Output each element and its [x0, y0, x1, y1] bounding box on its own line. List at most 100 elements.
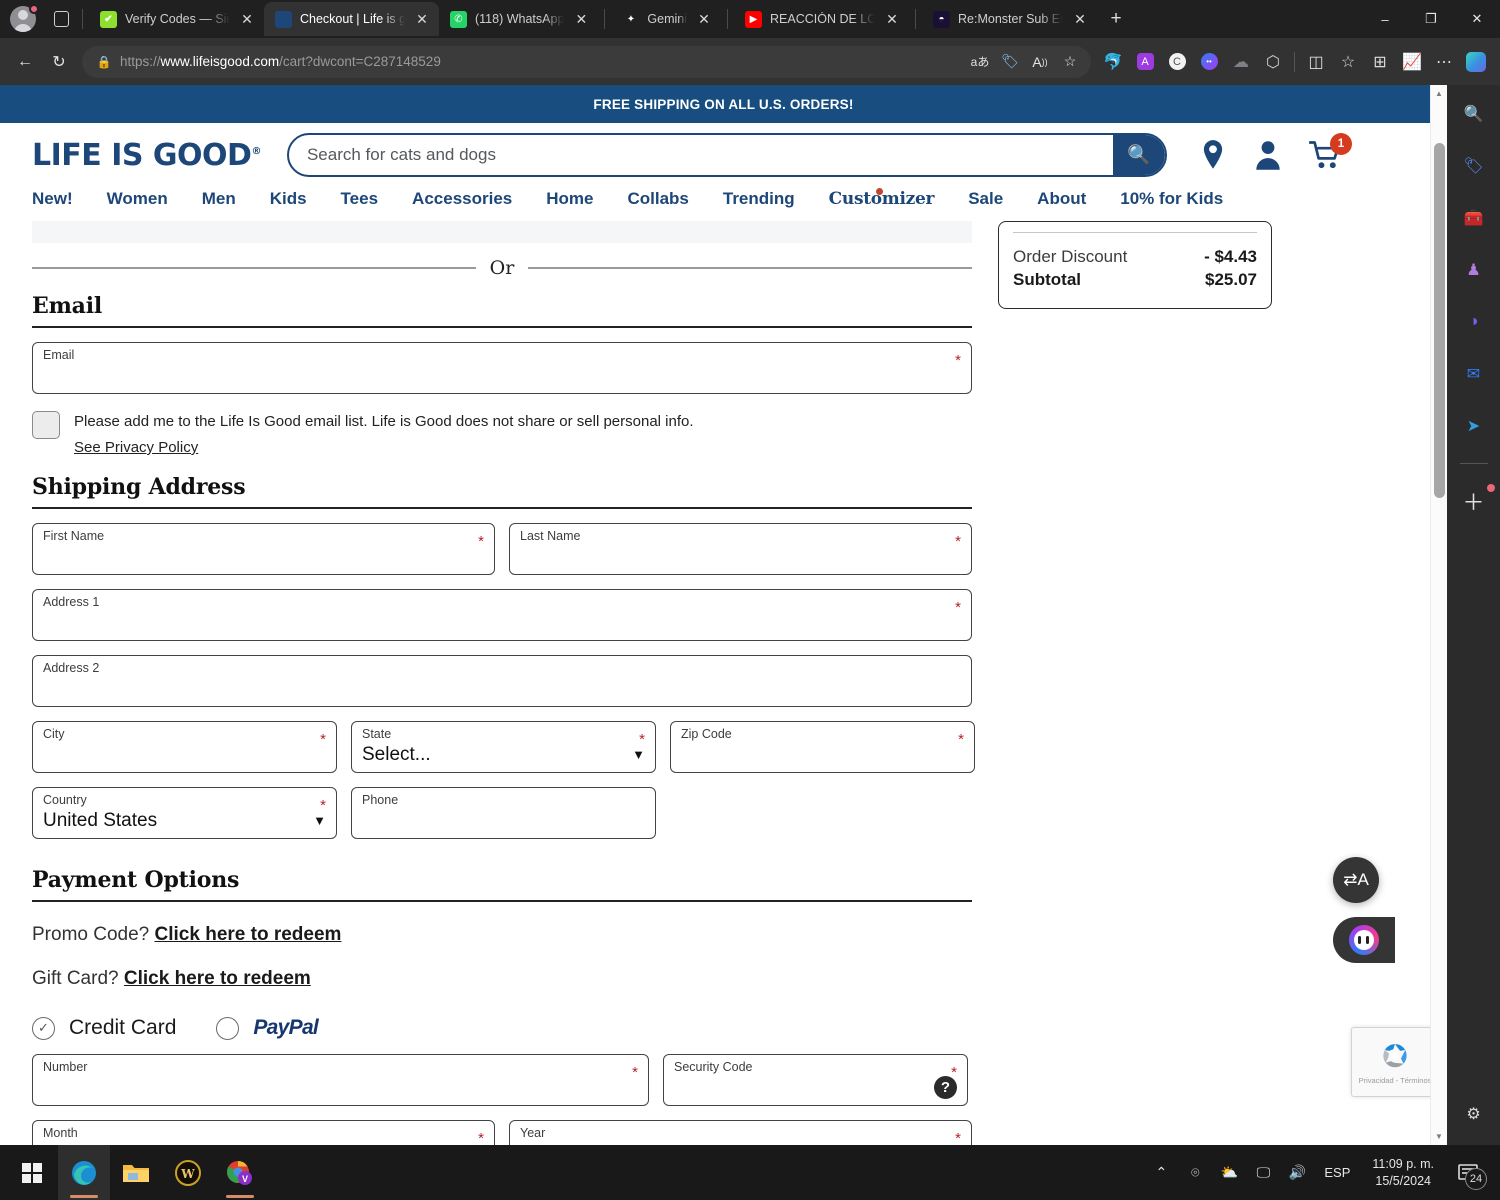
start-icon[interactable] — [6, 1145, 58, 1200]
address-1-field[interactable]: Address 1 * — [32, 589, 972, 641]
tab-youtube-reaccion[interactable]: ▶ REACCIÓN DE LOS ✕ — [734, 2, 909, 36]
tray-language[interactable]: ESP — [1316, 1165, 1358, 1180]
maximize-button[interactable]: ❐ — [1408, 0, 1454, 38]
card-number-field[interactable]: Number * — [32, 1054, 649, 1106]
credit-card-radio[interactable]: ✓ — [32, 1016, 55, 1040]
nav-item-accessories[interactable]: Accessories — [412, 189, 512, 209]
extension-face-icon[interactable]: •• — [1193, 46, 1225, 78]
translate-widget-icon[interactable]: ⇄A — [1333, 857, 1379, 903]
sidebar-add-icon[interactable]: ＋ — [1459, 484, 1495, 516]
site-logo[interactable]: LIFE IS GOOD® — [32, 138, 261, 173]
close-icon[interactable]: ✕ — [695, 10, 713, 28]
translate-icon[interactable]: aあ — [965, 47, 995, 77]
tab-checkout-life-is-good[interactable]: Checkout | Life is g ✕ — [264, 2, 439, 36]
nav-item-kids[interactable]: Kids — [270, 189, 307, 209]
phone-field[interactable]: Phone — [351, 787, 656, 839]
copilot-icon[interactable] — [1460, 46, 1492, 78]
close-icon[interactable]: ✕ — [883, 10, 901, 28]
nav-item-customizer[interactable]: Customizer — [829, 188, 934, 209]
sidebar-telegram-icon[interactable]: ➤ — [1459, 411, 1489, 441]
tab-whatsapp[interactable]: ✆ (118) WhatsApp ✕ — [439, 2, 598, 36]
promo-code-redeem-link[interactable]: Click here to redeem — [155, 924, 342, 945]
address-bar[interactable]: 🔒 https://www.lifeisgood.com/cart?dwcont… — [82, 45, 1091, 78]
cart-icon[interactable]: 1 — [1308, 133, 1352, 170]
edge-icon[interactable] — [58, 1145, 110, 1200]
tray-camera-icon[interactable]: ⌾ — [1180, 1154, 1210, 1192]
settings-more-icon[interactable]: ⋯ — [1428, 46, 1460, 78]
sidebar-shopping-tag-icon[interactable]: 🏷 — [1459, 151, 1489, 181]
tray-onedrive-icon[interactable]: ⛅ — [1214, 1154, 1244, 1192]
address-2-field[interactable]: Address 2 — [32, 655, 972, 707]
tray-expand-icon[interactable]: ⌃ — [1146, 1154, 1176, 1192]
close-icon[interactable]: ✕ — [572, 10, 590, 28]
expiry-year-select[interactable]: Year Select * ▼ — [509, 1120, 972, 1145]
sidebar-outlook-icon[interactable]: ✉ — [1459, 359, 1489, 389]
sidebar-settings-gear-icon[interactable]: ⚙ — [1459, 1099, 1489, 1129]
tray-network-icon[interactable]: 🖵 — [1248, 1154, 1278, 1192]
close-icon[interactable]: ✕ — [1071, 10, 1089, 28]
nav-item-men[interactable]: Men — [202, 189, 236, 209]
sidebar-tools-icon[interactable]: 🧰 — [1459, 203, 1489, 233]
reload-icon[interactable]: ↻ — [42, 45, 76, 79]
scroll-up-arrow[interactable]: ▲ — [1431, 85, 1447, 102]
chevron-down-icon[interactable]: ▼ — [313, 813, 326, 828]
tab-gemini[interactable]: ✦ Gemini ✕ — [611, 2, 721, 36]
chrome-vpn-icon[interactable]: V — [214, 1145, 266, 1200]
security-code-field[interactable]: Security Code * ? — [663, 1054, 968, 1106]
scrollbar-thumb[interactable] — [1434, 143, 1445, 498]
new-tab-button[interactable]: + — [1101, 4, 1131, 34]
first-name-field[interactable]: First Name * — [32, 523, 495, 575]
notification-center-icon[interactable]: 24 — [1448, 1154, 1488, 1192]
country-select[interactable]: Country United States * ▼ — [32, 787, 337, 839]
sidebar-search-icon[interactable]: 🔍 — [1459, 99, 1489, 129]
email-field[interactable]: Email * — [32, 342, 972, 394]
search-icon[interactable]: 🔍 — [1112, 135, 1165, 175]
nav-item-about[interactable]: About — [1037, 189, 1086, 209]
chat-widget-button[interactable] — [1333, 917, 1395, 963]
paypal-radio[interactable] — [216, 1016, 240, 1040]
nav-item-sale[interactable]: Sale — [968, 189, 1003, 209]
nav-item-10-for-kids[interactable]: 10% for Kids — [1120, 189, 1223, 209]
split-screen-icon[interactable]: ◫ — [1300, 46, 1332, 78]
gift-card-redeem-link[interactable]: Click here to redeem — [124, 968, 311, 989]
sidebar-games-icon[interactable]: ♟ — [1459, 255, 1489, 285]
zip-code-field[interactable]: Zip Code * — [670, 721, 975, 773]
add-favorite-icon[interactable]: ☆ — [1332, 46, 1364, 78]
search-bar[interactable]: 🔍 — [286, 133, 1167, 177]
extension-cloud-icon[interactable]: ☁ — [1225, 46, 1257, 78]
close-window-button[interactable]: ✕ — [1454, 0, 1500, 38]
nav-item-collabs[interactable]: Collabs — [627, 189, 688, 209]
extension-puzzle-icon[interactable]: ⬡ — [1257, 46, 1289, 78]
minimize-button[interactable]: – — [1362, 0, 1408, 38]
nav-item-trending[interactable]: Trending — [723, 189, 795, 209]
tab-actions-button[interactable] — [46, 4, 76, 34]
back-icon[interactable]: ← — [8, 45, 42, 79]
favorite-star-icon[interactable]: ☆ — [1055, 47, 1085, 77]
extension-circle-icon[interactable]: C — [1161, 46, 1193, 78]
nav-item-new[interactable]: New! — [32, 189, 73, 209]
tab-verify-codes[interactable]: ✔ Verify Codes — Sin ✕ — [89, 2, 264, 36]
chevron-down-icon[interactable]: ▼ — [632, 747, 645, 762]
tray-volume-icon[interactable]: 🔊 — [1282, 1154, 1312, 1192]
coupon-tag-icon[interactable]: 🏷 — [995, 47, 1025, 77]
profile-button[interactable] — [6, 2, 40, 36]
search-input[interactable] — [288, 145, 1113, 165]
expiry-month-select[interactable]: Month Select... * ▼ — [32, 1120, 495, 1145]
store-locator-icon[interactable] — [1199, 139, 1227, 171]
nav-item-tees[interactable]: Tees — [341, 189, 379, 209]
extension-shark-icon[interactable]: 🐬 — [1097, 46, 1129, 78]
collections-icon[interactable]: ⊞ — [1364, 46, 1396, 78]
read-aloud-icon[interactable]: A)) — [1025, 47, 1055, 77]
page-scrollbar[interactable]: ▲ ▼ — [1430, 85, 1447, 1145]
close-icon[interactable]: ✕ — [238, 10, 256, 28]
privacy-policy-link[interactable]: See Privacy Policy — [74, 436, 198, 460]
extension-a-icon[interactable]: A — [1129, 46, 1161, 78]
wow-icon[interactable]: W — [162, 1145, 214, 1200]
state-select[interactable]: State Select... * ▼ — [351, 721, 656, 773]
city-field[interactable]: City * — [32, 721, 337, 773]
tray-clock[interactable]: 11:09 p. m. 15/5/2024 — [1362, 1156, 1444, 1190]
last-name-field[interactable]: Last Name * — [509, 523, 972, 575]
nav-item-home[interactable]: Home — [546, 189, 593, 209]
account-icon[interactable] — [1253, 139, 1283, 171]
security-code-help-icon[interactable]: ? — [934, 1076, 957, 1099]
